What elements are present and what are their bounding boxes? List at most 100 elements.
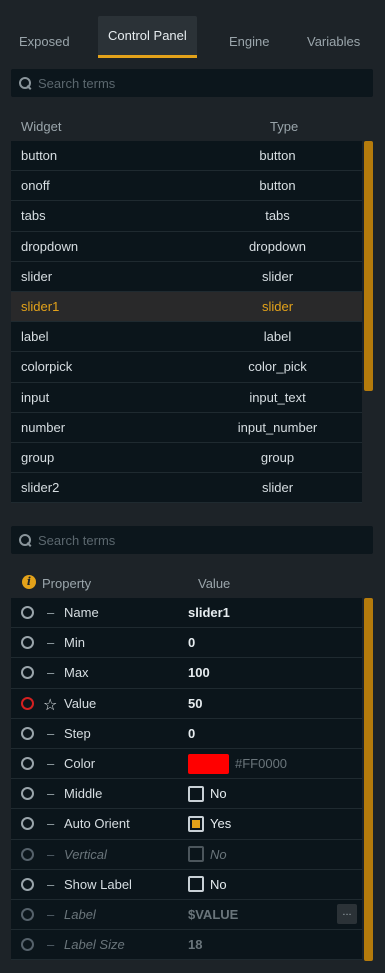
vertical-checkbox[interactable] <box>188 846 204 863</box>
widget-row[interactable]: colorpick color_pick <box>11 352 362 383</box>
property-value[interactable]: 100 <box>188 665 210 680</box>
radio-icon[interactable] <box>21 787 34 801</box>
property-label: Color <box>64 756 96 772</box>
widget-name: group <box>21 449 55 465</box>
checkbox-text: No <box>210 846 227 862</box>
widget-name: input <box>21 389 50 405</box>
widget-type: slider <box>261 299 294 315</box>
property-table: – Name slider1 – Min 0 – Max 100 ☆ Value… <box>11 598 362 961</box>
color-swatch[interactable] <box>188 753 229 774</box>
property-label: Auto Orient <box>64 816 130 832</box>
widget-row[interactable]: slider2 slider <box>11 473 362 504</box>
more-button[interactable]: ... <box>337 904 357 925</box>
search-icon <box>19 533 32 547</box>
property-value[interactable]: 18 <box>188 937 202 952</box>
property-row-step[interactable]: – Step 0 <box>11 718 362 749</box>
dash-icon: – <box>47 725 55 741</box>
widget-type: button <box>259 148 296 164</box>
radio-icon[interactable] <box>21 606 34 620</box>
tab-control-panel[interactable]: Control Panel <box>98 16 197 58</box>
widget-row[interactable]: input input_text <box>11 382 362 413</box>
widget-row[interactable]: onoff button <box>11 171 362 202</box>
property-value[interactable]: slider1 <box>188 605 230 620</box>
property-scrollbar[interactable] <box>364 598 373 961</box>
dash-icon: – <box>47 756 55 772</box>
dash-icon: – <box>47 605 55 621</box>
widget-search-input[interactable] <box>38 75 338 91</box>
show-label-checkbox[interactable] <box>188 876 204 893</box>
property-label: Max <box>64 665 89 681</box>
property-row-vertical[interactable]: – Vertical No <box>11 839 362 870</box>
widget-name: slider1 <box>21 299 60 315</box>
tab-variables[interactable]: Variables <box>307 34 360 49</box>
widget-name: tabs <box>21 208 46 224</box>
property-row-name[interactable]: – Name slider1 <box>11 598 362 629</box>
radio-icon[interactable] <box>21 757 34 771</box>
auto-orient-checkbox[interactable] <box>188 815 204 832</box>
radio-icon[interactable] <box>21 696 34 710</box>
property-label: Middle <box>64 786 103 802</box>
radio-icon[interactable] <box>21 938 34 952</box>
dash-icon: – <box>47 786 55 802</box>
property-search-input[interactable] <box>38 532 338 548</box>
widget-name: colorpick <box>21 359 73 375</box>
widget-row[interactable]: slider slider <box>11 261 362 292</box>
dash-icon: – <box>47 846 55 862</box>
property-row-auto-orient[interactable]: – Auto Orient Yes <box>11 809 362 840</box>
tab-engine[interactable]: Engine <box>229 34 269 49</box>
property-row-show-label[interactable]: – Show Label No <box>11 869 362 900</box>
widget-row[interactable]: dropdown dropdown <box>11 231 362 262</box>
middle-checkbox[interactable] <box>188 785 204 802</box>
radio-icon[interactable] <box>21 847 34 861</box>
widget-name: number <box>21 419 66 435</box>
property-value[interactable]: 0 <box>188 635 195 650</box>
property-label: Label <box>64 906 96 922</box>
widget-row[interactable]: group group <box>11 442 362 474</box>
radio-icon[interactable] <box>21 877 34 891</box>
widget-type: slider <box>261 268 294 284</box>
property-value[interactable]: $VALUE <box>188 907 238 922</box>
value-column-header[interactable]: Value <box>198 576 230 591</box>
widget-name: dropdown <box>21 238 79 254</box>
property-column-header[interactable]: Property <box>42 576 91 591</box>
widget-search-box <box>11 69 373 97</box>
widget-name: label <box>21 329 49 345</box>
widget-column-header[interactable]: Widget <box>21 119 61 134</box>
dash-icon: – <box>47 906 55 922</box>
widget-row[interactable]: label label <box>11 322 362 353</box>
checkbox-text: Yes <box>210 816 232 832</box>
info-icon[interactable]: i <box>22 575 36 589</box>
property-row-color[interactable]: – Color #FF0000 <box>11 748 362 780</box>
widget-table: button button onoff button tabs tabs dropdo… <box>11 141 362 504</box>
radio-icon[interactable] <box>21 726 34 740</box>
property-value[interactable]: 0 <box>188 726 195 741</box>
widget-type: dropdown <box>248 238 307 254</box>
widget-row[interactable]: number input_number <box>11 412 362 443</box>
radio-icon[interactable] <box>21 636 34 650</box>
checkbox-text: No <box>210 876 227 892</box>
property-row-label-size[interactable]: – Label Size 18 <box>11 930 362 961</box>
widget-row[interactable]: tabs tabs <box>11 201 362 232</box>
widget-scrollbar[interactable] <box>364 141 373 391</box>
tab-exposed[interactable]: Exposed <box>19 34 70 49</box>
widget-type: input_text <box>249 389 306 405</box>
radio-icon[interactable] <box>21 666 34 680</box>
dash-icon: – <box>47 876 55 892</box>
star-icon[interactable]: ☆ <box>43 695 57 715</box>
type-column-header[interactable]: Type <box>270 119 298 134</box>
widget-type: label <box>263 329 292 345</box>
property-row-middle[interactable]: – Middle No <box>11 779 362 810</box>
property-label: Value <box>64 695 97 711</box>
property-row-min[interactable]: – Min 0 <box>11 628 362 659</box>
property-search-box <box>11 526 373 554</box>
widget-type: color_pick <box>248 359 307 375</box>
widget-type: button <box>259 178 296 194</box>
property-row-max[interactable]: – Max 100 <box>11 658 362 689</box>
property-value[interactable]: 50 <box>188 696 202 711</box>
radio-icon[interactable] <box>21 907 34 921</box>
property-row-label[interactable]: – Label $VALUE ... <box>11 899 362 931</box>
widget-row[interactable]: button button <box>11 141 362 172</box>
radio-icon[interactable] <box>21 817 34 831</box>
property-row-value[interactable]: ☆ Value 50 <box>11 688 362 719</box>
widget-row-selected[interactable]: slider1 slider <box>11 291 362 323</box>
